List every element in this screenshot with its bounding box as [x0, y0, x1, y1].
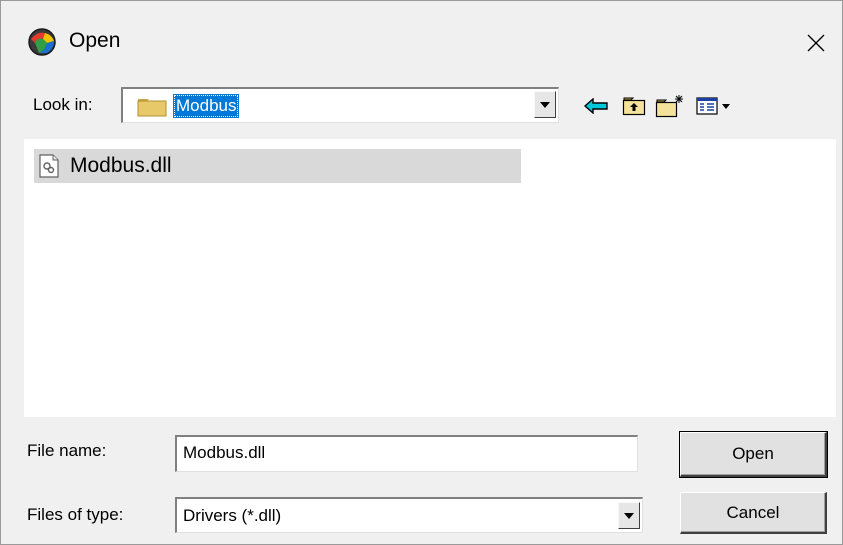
file-type-label: Files of type: [27, 505, 124, 524]
view-menu-button[interactable] [695, 93, 735, 119]
close-icon [807, 34, 825, 52]
view-menu-icon [696, 97, 730, 115]
back-button[interactable] [581, 93, 611, 119]
file-list[interactable]: Modbus.dll [24, 139, 836, 417]
look-in-value: Modbus [173, 94, 240, 118]
close-button[interactable] [790, 19, 842, 67]
up-folder-button[interactable] [619, 93, 649, 119]
file-name-field[interactable]: Modbus.dll [175, 435, 638, 472]
open-dialog: Open Look in: Modbus Modbus.dll File nam… [0, 0, 843, 545]
file-type-dropdown-button[interactable] [618, 502, 640, 529]
look-in-dropdown[interactable]: Modbus [121, 87, 559, 123]
file-name-label: File name: [27, 441, 107, 460]
cancel-button[interactable]: Cancel [680, 492, 827, 534]
new-folder-button[interactable] [655, 93, 685, 119]
window-title: Open [69, 29, 121, 52]
dll-file-icon [39, 154, 59, 178]
back-arrow-icon [584, 98, 608, 114]
title-bar[interactable]: Open [1, 1, 842, 77]
look-in-label: Look in: [33, 95, 93, 114]
up-folder-icon [622, 97, 646, 116]
chevron-down-icon [540, 101, 550, 108]
file-type-value: Drivers (*.dll) [183, 506, 282, 525]
list-item[interactable]: Modbus.dll [34, 149, 521, 183]
file-name: Modbus.dll [70, 154, 172, 177]
chevron-down-icon [624, 512, 634, 519]
look-in-dropdown-button[interactable] [534, 91, 556, 118]
app-globe-icon [28, 28, 56, 56]
new-folder-icon [655, 95, 683, 118]
file-type-dropdown[interactable]: Drivers (*.dll) [175, 497, 643, 533]
folder-icon [137, 99, 167, 117]
open-button[interactable]: Open [679, 431, 828, 478]
